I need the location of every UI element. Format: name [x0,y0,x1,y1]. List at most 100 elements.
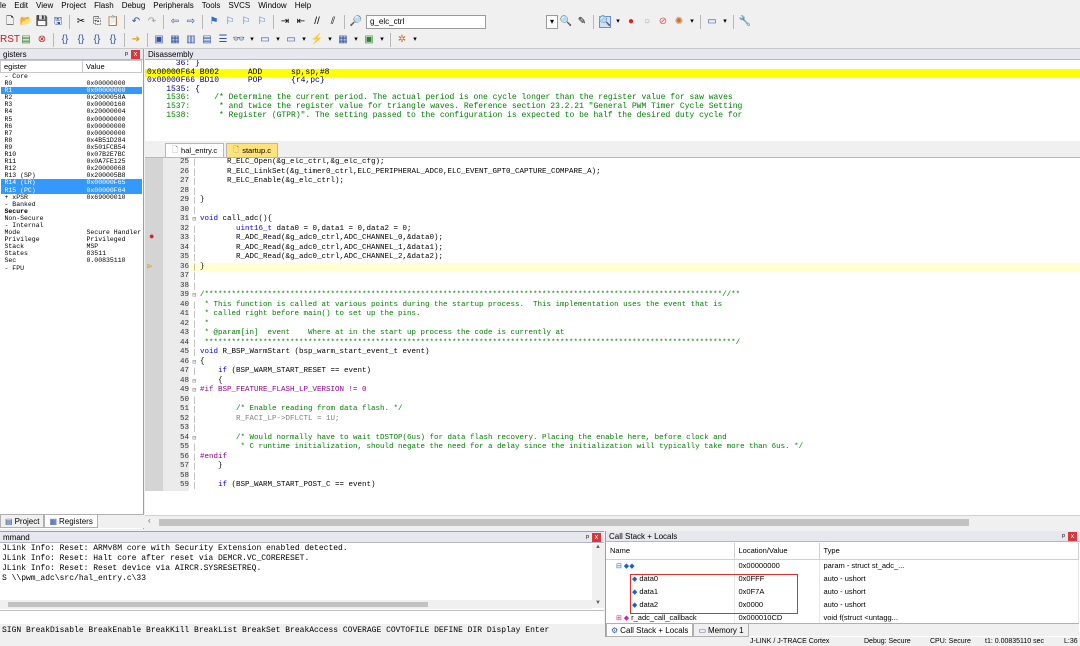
value-column-header[interactable]: Value [82,60,142,73]
redo-icon[interactable]: ↷ [146,16,158,28]
serial-dropdown-icon[interactable]: ▾ [301,34,307,46]
trace-window-icon[interactable]: ▦ [337,34,349,46]
menu-item-svcs[interactable]: SVCS [224,1,254,10]
breakpoint-gutter[interactable] [145,205,163,215]
register-row[interactable]: R2 0x2000058A [1,94,142,101]
fold-toggle-icon[interactable]: ⊟ [190,215,199,225]
debug-session-icon[interactable]: 🔍 [599,15,611,28]
command-hscroll[interactable] [0,600,592,609]
register-row[interactable]: R12 0x20000068 [1,165,142,172]
editor-body[interactable]: 25 │ R_ELC_Open(&g_elc_ctrl,&g_elc_cfg); 2… [145,158,1080,515]
breakpoint-gutter[interactable] [145,414,163,424]
register-row[interactable]: Mode Secure Handler [1,229,142,236]
incremental-find-icon[interactable]: ✎ [576,16,588,28]
pin-icon[interactable]: ᵖ [586,533,589,542]
registers-window-icon[interactable]: ▤ [201,34,213,46]
indent-icon[interactable]: ⇥ [279,16,291,28]
breakpoint-gutter[interactable] [145,462,163,472]
breakpoint-gutter[interactable] [145,186,163,196]
run-to-cursor-icon[interactable]: {} [107,34,119,46]
location-column-header[interactable]: Location/Value [734,543,820,560]
breakpoint-gutter[interactable] [145,167,163,177]
uncomment-icon[interactable]: ⫽ [327,16,339,28]
disassembly-window-icon[interactable]: ▦ [169,34,181,46]
memory-window-icon[interactable]: ▭ [259,34,271,46]
breakpoint-gutter[interactable] [145,291,163,301]
breakpoint-gutter[interactable] [145,253,163,263]
breakpoint-gutter[interactable] [145,272,163,282]
copy-icon[interactable]: ⎘ [91,16,103,28]
enable-breakpoint-icon[interactable]: ○ [641,16,653,28]
target-combo[interactable]: g_elc_ctrl [366,14,486,29]
register-row[interactable]: - Banked [1,201,142,208]
fold-toggle-icon[interactable]: ⊟ [190,377,199,387]
watch-dropdown-icon[interactable]: ▾ [249,34,255,46]
command-window-icon[interactable]: ▣ [153,34,165,46]
fold-toggle-icon[interactable]: ⊟ [190,358,199,368]
callstack-row[interactable]: ⊟ ◆◆ 0x00000000 param - struct st_adc_... [606,559,1079,572]
breakpoint-gutter[interactable] [145,329,163,339]
nav-back-icon[interactable]: ⇦ [169,16,181,28]
reset-icon[interactable]: RST [0,34,20,46]
insert-breakpoint-icon[interactable]: ● [625,16,637,28]
kill-dropdown-icon[interactable]: ▾ [689,16,695,28]
menu-item-debug[interactable]: Debug [118,1,150,10]
breakpoint-gutter[interactable] [145,158,163,168]
call-stack-window-icon[interactable]: ☰ [217,34,229,46]
save-icon[interactable]: 💾 [36,16,48,28]
menu-item-edit[interactable]: Edit [10,1,32,10]
register-row[interactable]: + xPSR 0x69000010 [1,194,142,201]
local-value[interactable]: 0x00000000 [734,559,820,572]
register-row[interactable]: Secure [1,208,142,215]
breakpoint-gutter[interactable] [145,319,163,329]
breakpoint-gutter[interactable] [145,177,163,187]
command-scrollbar[interactable]: ▲ ▼ [592,544,604,608]
unindent-icon[interactable]: ⇤ [295,16,307,28]
serial-window-icon[interactable]: ▭ [285,34,297,46]
register-row[interactable]: R11 0x0A7FE125 [1,158,142,165]
analysis-dropdown-icon[interactable]: ▾ [327,34,333,46]
system-viewer-icon[interactable]: ▣ [363,34,375,46]
breakpoint-gutter[interactable] [145,376,163,386]
disassembly-body[interactable]: 36: } ⇨ 0x00000F64 B002 ADD sp,sp,#8 0x0000… [145,60,1080,141]
function-icon[interactable]: ⊞ ◆ [616,615,631,622]
debug-dropdown-icon[interactable]: ▾ [615,16,621,28]
close-icon[interactable]: x [131,49,140,59]
editor-horizontal-scrollbar[interactable]: ‹ [145,515,1080,528]
breakpoint-gutter[interactable] [145,281,163,291]
register-row[interactable]: Stack MSP [1,243,142,250]
breakpoint-gutter[interactable] [145,395,163,405]
tab-registers[interactable]: ▦ Registers [44,515,98,528]
system-viewer-dropdown-icon[interactable]: ▾ [379,34,385,46]
register-row[interactable]: R8 0x4B51D284 [1,137,142,144]
bookmark-clear-icon[interactable]: ⚐ [256,16,268,28]
menu-item-window[interactable]: Window [254,1,290,10]
tab-callstack[interactable]: ⚙ Call Stack + Locals [606,624,694,637]
fold-toggle-icon[interactable]: ⊟ [190,291,199,301]
tab-memory[interactable]: ▭ Memory 1 [693,624,749,637]
register-row[interactable]: R4 0x20000004 [1,108,142,115]
breakpoint-gutter[interactable] [145,481,163,491]
register-row[interactable]: - Internal [1,222,142,229]
scrollbar-thumb[interactable] [159,519,969,526]
name-column-header[interactable]: Name [606,543,735,560]
find-icon[interactable]: 🔍 [560,16,572,28]
step-into-icon[interactable]: {} [59,34,71,46]
register-row[interactable]: Non-Secure [1,215,142,222]
step-over-icon[interactable]: {} [75,34,87,46]
breakpoint-gutter[interactable] [145,471,163,481]
disable-all-breakpoints-icon[interactable]: ⊘ [657,16,669,28]
kill-all-breakpoints-icon[interactable]: ✺ [673,16,685,28]
memory-dropdown-icon[interactable]: ▾ [275,34,281,46]
cut-icon[interactable]: ✂ [75,16,87,28]
step-out-icon[interactable]: {} [91,34,103,46]
watch-window-icon[interactable]: 👓 [233,34,245,46]
breakpoint-gutter[interactable] [145,405,163,415]
pin-icon[interactable]: ᵖ [125,50,128,59]
register-row[interactable]: States 83511 [1,250,142,257]
register-row[interactable]: R9 0x501FCB54 [1,144,142,151]
save-all-icon[interactable]: 🖫 [52,16,64,28]
breakpoint-gutter[interactable]: ▷▷ [145,262,163,272]
register-row[interactable]: R6 0x00000000 [1,123,142,130]
bookmark-icon[interactable]: ⚑ [208,16,220,28]
